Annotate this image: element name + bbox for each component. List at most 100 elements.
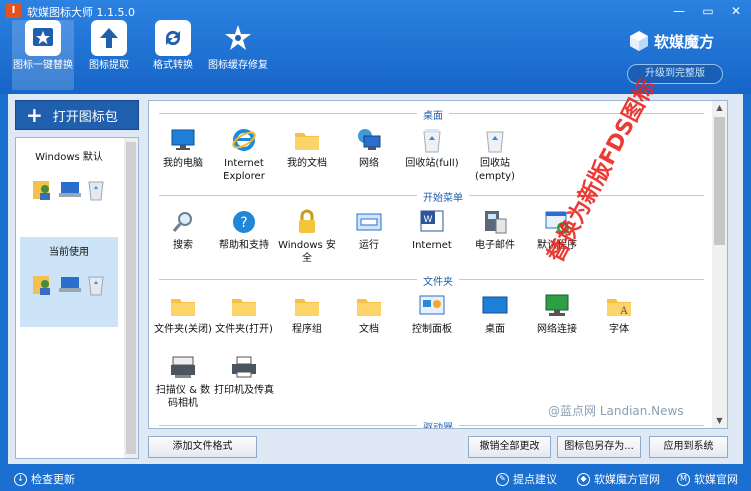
- recycle-bin-icon: [88, 181, 104, 201]
- icon-panel-scrollbar[interactable]: ▲ ▼: [712, 101, 727, 428]
- icon-email[interactable]: 电子邮件: [463, 209, 527, 252]
- icon-internet[interactable]: W Internet: [400, 209, 464, 252]
- icon-folder-open[interactable]: 文件夹(打开): [212, 293, 276, 336]
- upload-arrow-icon: [91, 20, 127, 56]
- app-logo: I: [6, 3, 21, 18]
- icon-my-computer[interactable]: 我的电脑: [151, 127, 215, 170]
- magnifier-icon: [169, 209, 197, 235]
- open-icon-pack-button[interactable]: + 打开图标包: [15, 100, 139, 130]
- icon-label: 回收站(full): [405, 158, 459, 169]
- icon-documents[interactable]: 文档: [337, 293, 401, 336]
- close-button[interactable]: ✕: [722, 0, 750, 22]
- icon-label: Windows 安全: [278, 240, 336, 264]
- icon-label: Internet Explorer: [223, 158, 265, 182]
- theme-windows-default[interactable]: Windows 默认: [20, 142, 118, 232]
- theme-list-scrollbar[interactable]: [124, 138, 138, 458]
- recycle-bin-full-icon: [418, 127, 446, 153]
- icon-search[interactable]: 搜索: [151, 209, 215, 252]
- icon-label: 网络连接: [537, 324, 577, 335]
- run-icon: [355, 209, 383, 235]
- save-pack-as-button[interactable]: 图标包另存为...: [557, 436, 641, 458]
- scroll-up-arrow-icon[interactable]: ▲: [712, 101, 727, 115]
- icon-folder-closed[interactable]: 文件夹(关闭): [151, 293, 215, 336]
- icon-label: 字体: [609, 324, 629, 335]
- add-file-format-button[interactable]: 添加文件格式: [148, 436, 257, 458]
- network-connection-icon: [543, 293, 571, 319]
- minimize-button[interactable]: —: [665, 0, 693, 22]
- brand-name: 软媒魔方: [654, 32, 715, 51]
- scrollbar-thumb[interactable]: [714, 117, 725, 245]
- status-bar: ↓ 检查更新 ✎ 提点建议 ◆ 软媒魔方官网 M 软媒官网: [0, 465, 751, 491]
- user-folder-icon: [33, 276, 50, 295]
- icon-label: 文件夹(打开): [215, 324, 273, 335]
- tool-label: 格式转换: [153, 60, 193, 71]
- icon-label: 程序组: [292, 324, 322, 335]
- folder-icon: [293, 127, 321, 153]
- printer-icon: [230, 354, 258, 380]
- icon-windows-security[interactable]: Windows 安全: [275, 209, 339, 265]
- title-bar: I 软媒图标大师 1.1.5.0 — ▭ ✕: [0, 0, 751, 22]
- lock-icon: [293, 209, 321, 235]
- svg-text:?: ?: [240, 215, 247, 231]
- icon-run[interactable]: 运行: [337, 209, 401, 252]
- icon-label: 电子邮件: [475, 240, 515, 251]
- icon-scanner-camera[interactable]: 扫描仪 & 数码相机: [151, 354, 215, 410]
- section-start-menu: 开始菜单: [159, 189, 704, 204]
- scrollbar-thumb[interactable]: [126, 142, 136, 454]
- program-group-icon: [293, 293, 321, 319]
- icon-internet-explorer[interactable]: Internet Explorer: [212, 127, 276, 183]
- tool-cache-repair[interactable]: 图标缓存修复: [207, 20, 269, 90]
- icon-recycle-full[interactable]: 回收站(full): [400, 127, 464, 170]
- recycle-bin-empty-icon: [481, 127, 509, 153]
- theme-list: Windows 默认 当前使用: [15, 137, 139, 459]
- ruanmei-site-link[interactable]: M 软媒官网: [677, 471, 738, 487]
- folder-open-icon: [230, 293, 258, 319]
- section-title: 桌面: [417, 107, 449, 122]
- icon-fonts[interactable]: A 字体: [587, 293, 651, 336]
- tool-format-convert[interactable]: 格式转换: [142, 20, 204, 90]
- network-icon: [355, 127, 383, 153]
- icon-label: Internet: [412, 240, 452, 251]
- icon-label: 帮助和支持: [219, 240, 269, 251]
- tool-label: 图标提取: [89, 60, 129, 71]
- tool-icon-extract[interactable]: 图标提取: [78, 20, 140, 90]
- apply-to-system-button[interactable]: 应用到系统: [649, 436, 728, 458]
- icon-recycle-empty[interactable]: 回收站(empty): [463, 127, 527, 183]
- icon-label: 文档: [359, 324, 379, 335]
- theme-current[interactable]: 当前使用: [20, 237, 118, 327]
- icon-network-connection[interactable]: 网络连接: [525, 293, 589, 336]
- icon-printer-fax[interactable]: 打印机及传真: [212, 354, 276, 397]
- cube-icon: ◆: [577, 472, 590, 486]
- feedback-link[interactable]: ✎ 提点建议: [496, 471, 557, 487]
- icon-help[interactable]: ? 帮助和支持: [212, 209, 276, 252]
- feedback-icon: ✎: [496, 472, 509, 486]
- ie-icon: [230, 127, 258, 153]
- icon-my-documents[interactable]: 我的文档: [275, 127, 339, 170]
- mofang-site-link[interactable]: ◆ 软媒魔方官网: [577, 471, 660, 487]
- help-icon: ?: [230, 209, 258, 235]
- icon-label: 回收站(empty): [475, 158, 515, 182]
- icon-label: 我的电脑: [163, 158, 203, 169]
- site2-label: 软媒官网: [694, 473, 738, 486]
- credit-text: @蓝点网 Landian.News: [548, 404, 684, 418]
- section-title: 驱动器: [417, 419, 459, 428]
- icon-program-group[interactable]: 程序组: [275, 293, 339, 336]
- icon-network[interactable]: 网络: [337, 127, 401, 170]
- section-folders: 文件夹: [159, 273, 704, 288]
- check-update-link[interactable]: ↓ 检查更新: [14, 471, 75, 487]
- scroll-down-arrow-icon[interactable]: ▼: [712, 414, 727, 428]
- star-badge-icon: [25, 20, 61, 56]
- theme-preview: [20, 177, 118, 201]
- maximize-button[interactable]: ▭: [694, 0, 722, 22]
- svg-text:A: A: [619, 306, 628, 317]
- user-folder-icon: [33, 181, 50, 200]
- icon-control-panel[interactable]: 控制面板: [400, 293, 464, 336]
- undo-all-button[interactable]: 撤销全部更改: [468, 436, 551, 458]
- icon-desktop[interactable]: 桌面: [463, 293, 527, 336]
- icon-label: 扫描仪 & 数码相机: [155, 385, 211, 409]
- icon-label: 运行: [359, 240, 379, 251]
- ruanmei-logo-icon: M: [677, 472, 690, 486]
- tool-icon-replace[interactable]: 图标一键替换: [12, 20, 74, 90]
- control-panel-icon: [418, 293, 446, 319]
- icon-label: 网络: [359, 158, 379, 169]
